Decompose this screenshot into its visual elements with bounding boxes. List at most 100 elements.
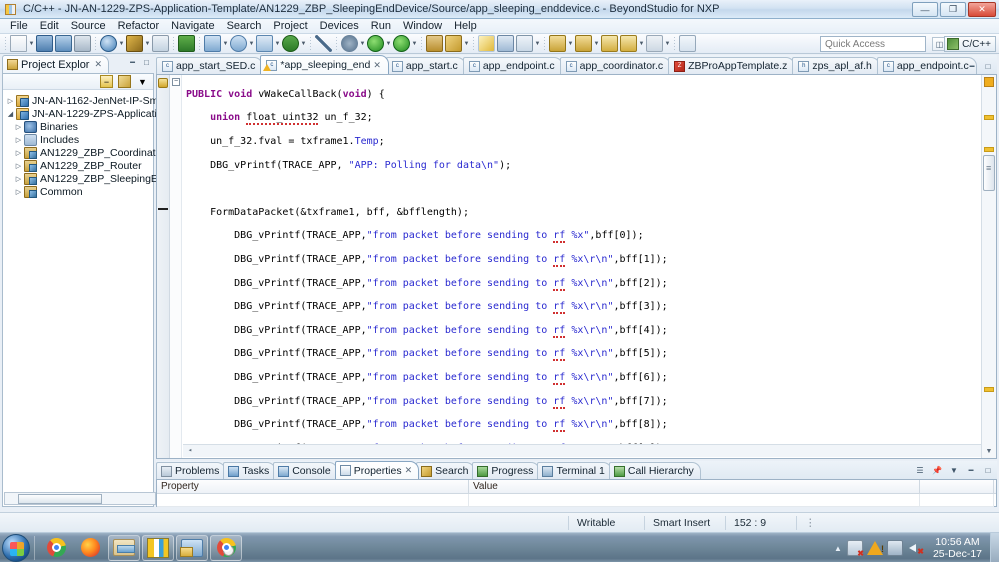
chrome-window-taskbar-item[interactable]: [210, 534, 242, 561]
previous-annotation-dropdown-icon[interactable]: ▼: [593, 35, 600, 52]
column-header-value[interactable]: Value: [469, 480, 920, 493]
run-external-tools-icon[interactable]: [393, 35, 410, 52]
menu-window[interactable]: Window: [397, 19, 448, 34]
twisty-icon[interactable]: ▷: [13, 188, 24, 196]
menu-refactor[interactable]: Refactor: [112, 19, 166, 34]
editor-tab-app-endpoint[interactable]: c app_endpoint.c: [462, 57, 563, 74]
open-resource-icon[interactable]: [426, 35, 443, 52]
forward-dropdown-icon[interactable]: ▼: [638, 35, 645, 52]
build-hammer-icon[interactable]: [126, 35, 143, 52]
vscroll-down-arrow-icon[interactable]: ▼: [983, 445, 995, 457]
close-button[interactable]: ✕: [968, 2, 996, 17]
close-icon[interactable]: ✕: [373, 60, 381, 71]
bookmark-marker-icon[interactable]: [158, 208, 168, 210]
volume-muted-icon[interactable]: [907, 540, 924, 556]
run-dropdown-icon[interactable]: ▼: [385, 35, 392, 52]
tree-item-an1229-zbp-sleepingend[interactable]: ▷ AN1229_ZBP_SleepingEnd: [3, 172, 170, 185]
twisty-icon[interactable]: ▷: [5, 97, 16, 105]
vscrollbar-thumb[interactable]: [983, 155, 995, 191]
editor-tab-app-coordinator[interactable]: c app_coordinator.c: [559, 57, 672, 74]
editor-tab-app-endpoint-2[interactable]: c app_endpoint.c: [876, 57, 977, 74]
search-icon[interactable]: [445, 35, 462, 52]
twisty-icon[interactable]: ▷: [13, 149, 24, 157]
perspective-switcher-cpp[interactable]: C/C++: [944, 36, 996, 52]
clock[interactable]: 10:56 AM 25-Dec-17: [925, 536, 990, 560]
back-icon[interactable]: [601, 35, 618, 52]
minimize-button[interactable]: —: [912, 2, 938, 17]
show-whitespace-icon[interactable]: [516, 35, 533, 52]
twisty-icon[interactable]: ▷: [13, 175, 24, 183]
save-icon[interactable]: [36, 35, 53, 52]
menu-file[interactable]: File: [4, 19, 34, 34]
overview-status-indicator[interactable]: [984, 77, 994, 87]
twisty-icon[interactable]: ▷: [13, 162, 24, 170]
tab-progress[interactable]: Progress: [472, 462, 541, 479]
code-editor-content[interactable]: PUBLIC void vWakeCallBack(void) { union …: [182, 75, 981, 458]
editor-vscrollbar[interactable]: ▼: [981, 75, 996, 458]
close-icon[interactable]: ✕: [405, 465, 413, 476]
twisty-icon[interactable]: ▷: [13, 136, 24, 144]
restore-button[interactable]: ❐: [940, 2, 966, 17]
editor-folding-gutter[interactable]: −: [170, 75, 182, 458]
overview-warning-marker[interactable]: [984, 147, 994, 152]
editor-hscrollbar[interactable]: ◂: [183, 444, 981, 457]
chrome-taskbar-item[interactable]: [40, 535, 72, 561]
new-wizard-dropdown-icon[interactable]: ▼: [28, 35, 35, 52]
new-cpp-class-dropdown-icon[interactable]: ▼: [248, 35, 255, 52]
tree-item-an1229-zbp-coordinator[interactable]: ▷ AN1229_ZBP_Coordinator: [3, 146, 165, 159]
tab-properties[interactable]: Properties ✕: [334, 461, 420, 479]
view-menu-icon[interactable]: ☰: [914, 464, 926, 476]
menu-edit[interactable]: Edit: [34, 19, 65, 34]
new-group-icon[interactable]: [282, 35, 299, 52]
start-button[interactable]: [2, 533, 30, 562]
minimize-icon[interactable]: ━: [127, 57, 138, 68]
minimize-icon[interactable]: ━: [965, 464, 977, 476]
editor-tab-app-start-sed[interactable]: c app_start_SED.c: [156, 57, 264, 74]
forward-history-icon[interactable]: [646, 35, 663, 52]
editor-tab-zps-apl-af[interactable]: h zps_apl_af.h: [792, 57, 880, 74]
new-group-dropdown-icon[interactable]: ▼: [300, 35, 307, 52]
build-all-icon[interactable]: [100, 35, 117, 52]
new-cpp-class-icon[interactable]: [230, 35, 247, 52]
print-icon[interactable]: [74, 35, 91, 52]
new-c-project-dropdown-icon[interactable]: ▼: [222, 35, 229, 52]
skip-breakpoints-icon[interactable]: [315, 35, 332, 52]
twisty-icon[interactable]: ▷: [13, 123, 24, 131]
restore-icon[interactable]: ▼: [948, 464, 960, 476]
hscrollbar-thumb[interactable]: [18, 494, 102, 504]
forward-icon[interactable]: [620, 35, 637, 52]
action-center-warning-icon[interactable]: [866, 540, 884, 556]
new-c-file-icon[interactable]: [256, 35, 273, 52]
menu-search[interactable]: Search: [221, 19, 268, 34]
firefox-taskbar-item[interactable]: [74, 535, 106, 561]
next-annotation-dropdown-icon[interactable]: ▼: [567, 35, 574, 52]
menu-navigate[interactable]: Navigate: [165, 19, 220, 34]
pin-icon[interactable]: 📌: [931, 464, 943, 476]
minimize-icon[interactable]: ━: [966, 60, 978, 72]
menu-source[interactable]: Source: [65, 19, 112, 34]
network-offline-icon[interactable]: [846, 540, 864, 558]
show-source-quickdiff-icon[interactable]: [497, 35, 514, 52]
tab-tasks[interactable]: Tasks: [223, 462, 277, 479]
build-all-dropdown-icon[interactable]: ▼: [118, 35, 125, 52]
new-wizard-icon[interactable]: [10, 35, 27, 52]
collapse-all-icon[interactable]: −: [100, 75, 113, 88]
binary-tools-icon[interactable]: [152, 35, 169, 52]
debug-icon[interactable]: [341, 35, 358, 52]
tab-terminal-1[interactable]: Terminal 1: [537, 462, 612, 479]
quick-access-input[interactable]: Quick Access: [820, 36, 926, 52]
show-hidden-icons-icon[interactable]: ▲: [831, 544, 845, 553]
editor-tab-zbproapptemplate[interactable]: Z ZBProAppTemplate.z: [668, 57, 796, 74]
debug-dropdown-icon[interactable]: ▼: [359, 35, 366, 52]
warning-marker-icon[interactable]: [158, 78, 168, 88]
tab-console[interactable]: Console: [273, 462, 338, 479]
close-icon[interactable]: ✕: [94, 59, 102, 70]
tab-problems[interactable]: Problems: [156, 462, 227, 479]
tree-item-includes[interactable]: ▷ Includes: [3, 133, 153, 146]
build-hammer-dropdown-icon[interactable]: ▼: [144, 35, 151, 52]
beyondstudio-taskbar-item[interactable]: [142, 534, 174, 561]
editor-marker-gutter[interactable]: [157, 75, 170, 458]
tree-item-binaries[interactable]: ▷ Binaries: [3, 120, 153, 133]
hscroll-left-arrow-icon[interactable]: ◂: [184, 445, 196, 457]
run-external-tools-dropdown-icon[interactable]: ▼: [411, 35, 418, 52]
